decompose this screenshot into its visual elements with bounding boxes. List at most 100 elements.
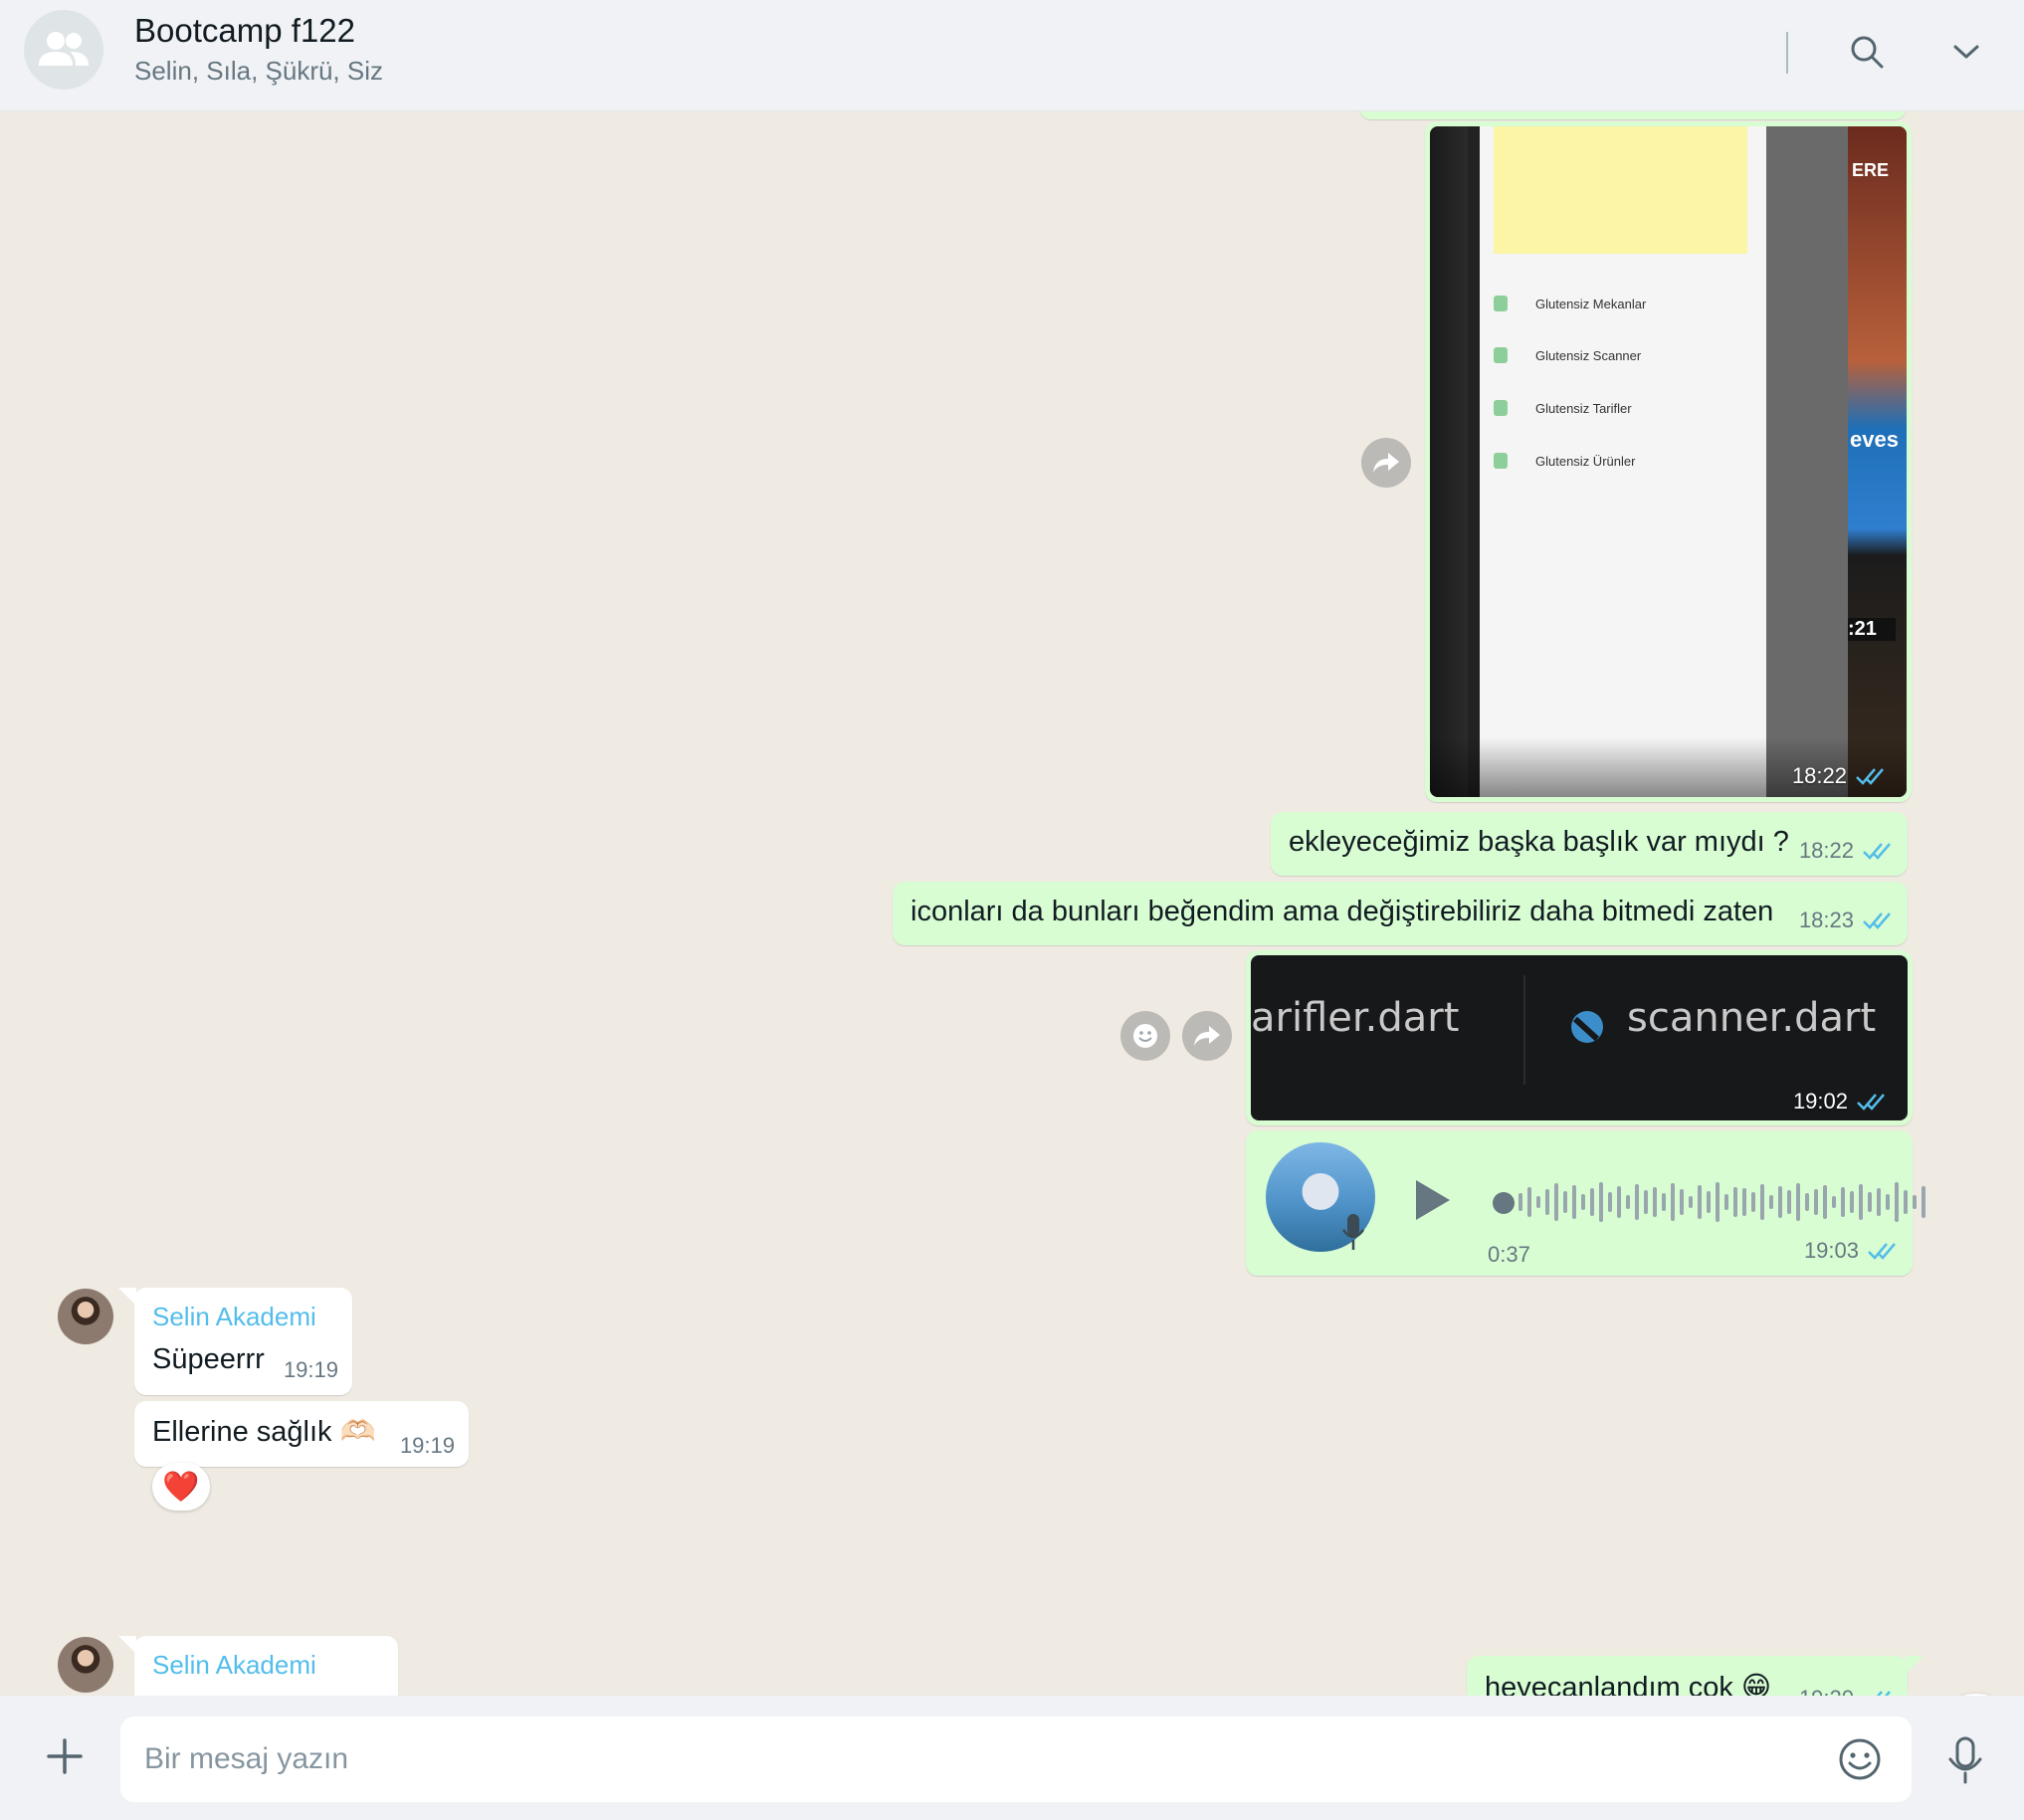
waveform-bar	[1724, 1194, 1728, 1210]
waveform-bar	[1733, 1187, 1737, 1217]
attach-button[interactable]	[40, 1731, 90, 1781]
chat-messages[interactable]: Glutensiz Mekanlar Glutensiz Scanner Glu…	[0, 111, 2024, 1696]
chat-menu-button[interactable]	[1942, 28, 1990, 76]
forward-icon	[1194, 1026, 1220, 1046]
message-meta: 18:22	[1799, 838, 1894, 864]
image-timestamp: 19:02	[1793, 1089, 1888, 1114]
sender-name[interactable]: Selin Akademi	[152, 1302, 316, 1332]
waveform-bar	[1599, 1182, 1603, 1222]
voice-waveform[interactable]	[1518, 1180, 1925, 1224]
waveform-bar	[1760, 1184, 1764, 1220]
forward-button[interactable]	[1361, 438, 1411, 488]
waveform-bar	[1814, 1189, 1818, 1215]
waveform-bar	[1832, 1196, 1836, 1208]
waveform-bar	[1653, 1187, 1657, 1217]
read-ticks-icon	[1863, 912, 1891, 929]
incoming-message[interactable]: Selin Akademi Süpeerrr 19:19	[118, 1288, 352, 1395]
waveform-bar	[1572, 1185, 1576, 1219]
side-text-2: eves	[1850, 427, 1899, 452]
play-icon	[1416, 1180, 1450, 1220]
waveform-bar	[1707, 1191, 1711, 1213]
menu-row-scanner: Glutensiz Scanner	[1494, 347, 1641, 363]
menu-row-tarifler: Glutensiz Tarifler	[1494, 400, 1632, 416]
phone-gray-panel	[1766, 126, 1848, 797]
phone-left-bar	[1430, 126, 1468, 797]
tab-divider	[1523, 975, 1525, 1085]
message-text: ekleyeceğimiz başka başlık var mıydı ?	[1289, 826, 1789, 858]
read-ticks-icon	[1876, 1691, 1891, 1696]
menu-row-label: Glutensiz Tarifler	[1535, 400, 1632, 416]
react-button[interactable]	[1120, 1011, 1170, 1061]
message-meta: 18:23	[1799, 908, 1894, 933]
waveform-bar	[1751, 1192, 1755, 1212]
bubble-tail	[1906, 1656, 1923, 1674]
composer-box[interactable]	[120, 1717, 1912, 1802]
incoming-message[interactable]: Selin Akademi	[118, 1636, 398, 1696]
scanner-icon	[1494, 347, 1508, 363]
voice-message[interactable]: 0:37 19:03	[1246, 1130, 1925, 1276]
phone-menu-screen: Glutensiz Mekanlar Glutensiz Scanner Glu…	[1480, 126, 1766, 797]
book-icon	[1494, 400, 1508, 416]
chevron-down-icon	[1953, 45, 1979, 59]
waveform-bar	[1859, 1184, 1863, 1220]
microphone-icon	[1948, 1736, 1982, 1784]
menu-row-label: Glutensiz Ürünler	[1535, 453, 1636, 469]
waveform-bar	[1823, 1185, 1827, 1219]
chat-title[interactable]: Bootcamp f122	[134, 12, 355, 50]
code-editor-tabs-image[interactable]: arifler.dart scanner.dart 19:02	[1251, 955, 1908, 1120]
chat-header[interactable]: Bootcamp f122 Selin, Sıla, Şükrü, Siz	[0, 0, 2024, 111]
read-ticks-icon	[1868, 1243, 1896, 1260]
image-timestamp: 18:22	[1792, 763, 1887, 789]
message-composer-bar	[0, 1696, 2024, 1820]
message-input[interactable]	[144, 1717, 1816, 1802]
waveform-bar	[1617, 1186, 1621, 1218]
forward-button[interactable]	[1182, 1011, 1232, 1061]
waveform-bar	[1841, 1187, 1845, 1217]
sender-avatar[interactable]	[58, 1289, 113, 1344]
outgoing-message[interactable]: iconları da bunları beğendim ama değişti…	[893, 882, 1908, 945]
code-tab-left: arifler.dart	[1251, 995, 1460, 1041]
waveform-bar	[1518, 1193, 1522, 1211]
sender-name[interactable]: Selin Akademi	[152, 1650, 316, 1681]
message-meta: 19:20	[1799, 1686, 1894, 1696]
waveform-bar	[1527, 1187, 1531, 1217]
incoming-message[interactable]: Ellerine sağlık 🫶🏻 19:19	[134, 1401, 469, 1467]
bubble-tail	[118, 1636, 136, 1654]
waveform-bar	[1581, 1194, 1585, 1210]
waveform-bar	[1913, 1195, 1917, 1209]
search-button[interactable]	[1843, 28, 1891, 76]
read-ticks-icon	[1856, 768, 1884, 785]
previous-message-edge	[1359, 111, 1907, 119]
emoji-button[interactable]	[1837, 1736, 1883, 1782]
chat-members[interactable]: Selin, Sıla, Şükrü, Siz	[134, 56, 383, 87]
outgoing-message[interactable]: ekleyeceğimiz başka başlık var mıydı ? 1…	[1271, 812, 1908, 876]
waveform-bar	[1554, 1183, 1558, 1221]
waveform-bar	[1671, 1183, 1675, 1221]
waveform-bar	[1662, 1193, 1666, 1211]
message-time: 19:02	[1792, 1089, 1848, 1113]
sender-avatar[interactable]	[58, 1637, 113, 1693]
play-button[interactable]	[1410, 1176, 1460, 1226]
group-avatar[interactable]	[24, 10, 103, 90]
read-ticks-icon	[1863, 843, 1891, 860]
voice-record-button[interactable]	[1945, 1735, 1991, 1785]
waveform-bar	[1644, 1190, 1648, 1214]
waveform-bar	[1626, 1195, 1630, 1209]
waveform-bar	[1904, 1190, 1908, 1214]
message-text: iconları da bunları beğendim ama değişti…	[911, 896, 1774, 927]
outgoing-message[interactable]: heyecanlandım çok 😁 19:20	[1467, 1656, 1923, 1696]
waveform-bar	[1895, 1182, 1899, 1222]
waveform-bar	[1635, 1184, 1639, 1220]
heart-reaction[interactable]: ❤️	[152, 1463, 210, 1511]
menu-row-label: Glutensiz Mekanlar	[1535, 296, 1647, 311]
smiley-icon	[1839, 1738, 1881, 1780]
message-meta: 19:19	[284, 1357, 338, 1383]
plus-icon	[47, 1738, 83, 1774]
microphone-badge-icon	[1341, 1214, 1365, 1250]
playback-scrubber[interactable]	[1493, 1192, 1515, 1214]
waveform-bar	[1680, 1189, 1684, 1215]
phone-screenshot-image[interactable]: Glutensiz Mekanlar Glutensiz Scanner Glu…	[1430, 126, 1907, 797]
waveform-bar	[1742, 1188, 1746, 1216]
waveform-bar	[1787, 1190, 1791, 1214]
header-divider	[1786, 32, 1788, 74]
